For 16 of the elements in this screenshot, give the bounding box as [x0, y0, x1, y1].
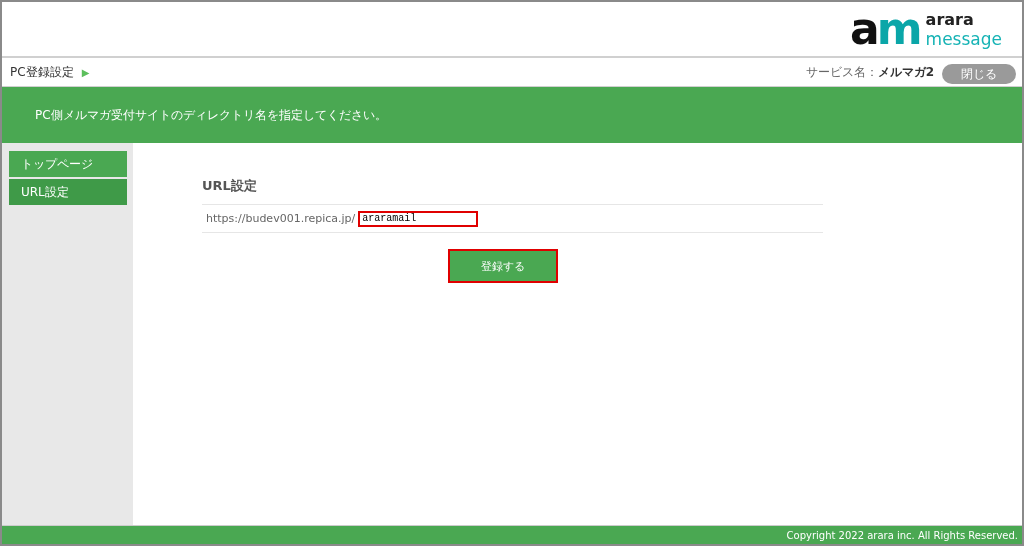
logo-text: message — [925, 28, 1002, 49]
register-button[interactable]: 登録する — [447, 249, 558, 283]
instruction-text: PC側メルマガ受付サイトのディレクトリ名を指定してください。 — [35, 106, 387, 124]
close-button[interactable]: 閉じる — [942, 64, 1016, 84]
url-prefix: https://budev001.repica.jp/ — [206, 212, 356, 225]
copyright-text: Copyright 2022 arara inc. All Rights Reserved. — [786, 529, 1018, 541]
section-title: URL設定 — [202, 177, 258, 195]
breadcrumb-label: PC登録設定 — [10, 63, 74, 81]
service-name: メルマガ2 — [877, 63, 934, 81]
sidebar-item[interactable]: トップページ — [9, 151, 127, 177]
service-label: サービス名： — [805, 63, 878, 81]
directory-field[interactable]: araramail — [358, 210, 479, 227]
logo-mark: am — [850, 7, 920, 51]
breadcrumb-arrow: ▶ — [81, 66, 90, 78]
logo-text: arara — [925, 9, 975, 29]
sidebar-item[interactable]: URL設定 — [9, 179, 127, 205]
